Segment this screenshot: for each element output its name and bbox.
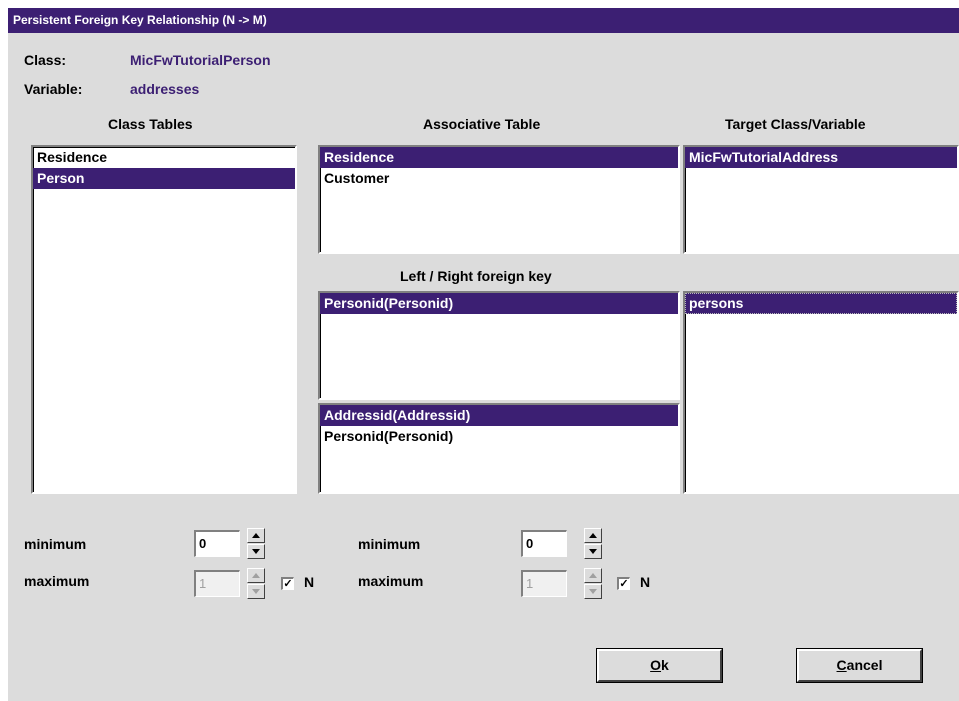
class-value: MicFwTutorialPerson — [130, 52, 271, 68]
target-class-heading: Target Class/Variable — [725, 116, 866, 132]
ok-mnemonic: O — [650, 657, 662, 673]
list-item-selected[interactable]: Person — [33, 168, 295, 189]
class-label: Class: — [24, 52, 67, 68]
left-maximum-spinner — [247, 568, 265, 599]
right-minimum-label: minimum — [358, 536, 421, 552]
associative-table-heading: Associative Table — [423, 116, 541, 132]
spin-up-button[interactable] — [584, 528, 602, 543]
arrow-up-icon — [252, 573, 260, 578]
variable-label: Variable: — [24, 81, 83, 97]
variable-value: addresses — [130, 81, 200, 97]
spin-up-button[interactable] — [247, 528, 265, 543]
left-minimum-label: minimum — [24, 536, 87, 552]
window-title: Persistent Foreign Key Relationship (N -… — [13, 13, 267, 27]
arrow-down-icon — [589, 549, 597, 554]
list-item-selected[interactable]: persons — [685, 293, 957, 314]
target-class-list[interactable]: MicFwTutorialAddress — [683, 145, 959, 254]
arrow-up-icon — [589, 573, 597, 578]
left-n-checkbox[interactable]: ✓ — [281, 577, 294, 590]
left-minimum-spinner[interactable] — [247, 528, 265, 559]
cancel-button[interactable]: Cancel — [796, 648, 923, 683]
right-n-checkbox[interactable]: ✓ — [617, 577, 630, 590]
spin-down-button[interactable] — [247, 544, 265, 559]
arrow-down-icon — [252, 589, 260, 594]
target-variable-list[interactable]: persons — [683, 291, 959, 494]
right-minimum-spinner[interactable] — [584, 528, 602, 559]
right-maximum-label: maximum — [358, 573, 424, 589]
list-item[interactable]: Customer — [320, 168, 678, 189]
cancel-mnemonic: C — [836, 657, 847, 673]
left-n-label: N — [304, 574, 315, 590]
list-item[interactable]: Residence — [33, 147, 295, 168]
title-bar[interactable]: Persistent Foreign Key Relationship (N -… — [8, 8, 959, 33]
arrow-up-icon — [252, 533, 260, 538]
list-item-selected[interactable]: Personid(Personid) — [320, 293, 678, 314]
arrow-down-icon — [252, 549, 260, 554]
spin-down-button — [247, 584, 265, 599]
cancel-label-rest: ancel — [846, 657, 883, 673]
left-foreign-key-list[interactable]: Personid(Personid) — [318, 291, 680, 400]
right-foreign-key-list[interactable]: Addressid(Addressid) Personid(Personid) — [318, 403, 680, 494]
list-item-selected[interactable]: Addressid(Addressid) — [320, 405, 678, 426]
left-minimum-input[interactable]: 0 — [194, 530, 240, 557]
spin-up-button — [584, 568, 602, 583]
ok-button[interactable]: Ok — [596, 648, 723, 683]
right-maximum-spinner — [584, 568, 602, 599]
right-maximum-input: 1 — [521, 570, 567, 597]
spin-up-button — [247, 568, 265, 583]
list-item-selected[interactable]: MicFwTutorialAddress — [685, 147, 957, 168]
spin-down-button — [584, 584, 602, 599]
associative-table-list[interactable]: Residence Customer — [318, 145, 680, 254]
left-maximum-input: 1 — [194, 570, 240, 597]
class-tables-heading: Class Tables — [108, 116, 193, 132]
arrow-up-icon — [589, 533, 597, 538]
left-maximum-label: maximum — [24, 573, 90, 589]
list-item-selected[interactable]: Residence — [320, 147, 678, 168]
spin-down-button[interactable] — [584, 544, 602, 559]
arrow-down-icon — [589, 589, 597, 594]
list-item[interactable]: Personid(Personid) — [320, 426, 678, 447]
right-minimum-input[interactable]: 0 — [521, 530, 567, 557]
right-n-label: N — [640, 574, 651, 590]
class-tables-list[interactable]: Residence Person — [31, 145, 297, 494]
foreign-key-heading: Left / Right foreign key — [400, 268, 552, 284]
ok-label-rest: k — [661, 657, 669, 673]
